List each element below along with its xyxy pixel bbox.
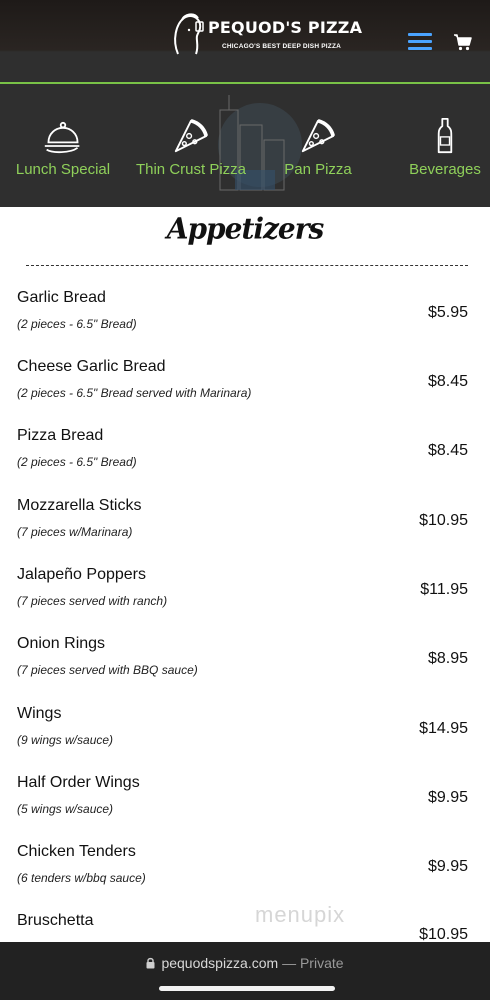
url-separator: — <box>282 955 297 971</box>
url-text: pequodspizza.com <box>161 955 279 971</box>
item-price: $8.45 <box>427 442 468 459</box>
home-indicator[interactable] <box>159 986 335 991</box>
menu-item[interactable]: Jalapeño Poppers (7 pieces served with r… <box>0 566 490 626</box>
browser-address-bar: pequodspizza.com — Private <box>0 942 490 1000</box>
private-mode-label: Private <box>299 955 344 971</box>
item-name: Mozzarella Sticks <box>17 497 142 514</box>
item-name: Cheese Garlic Bread <box>17 358 166 375</box>
menu-item[interactable]: Bruschetta $10.95 <box>0 912 490 942</box>
cloche-icon <box>44 121 80 154</box>
menu-item[interactable]: Chicken Tenders (6 tenders w/bbq sauce) … <box>0 843 490 903</box>
item-price: $11.95 <box>420 581 468 598</box>
brand-tagline: CHICAGO'S BEST DEEP DISH PIZZA <box>222 43 342 50</box>
url-display[interactable]: pequodspizza.com — Private <box>0 955 490 971</box>
item-description: (2 pieces - 6.5" Bread served with Marin… <box>17 386 252 400</box>
item-name: Jalapeño Poppers <box>17 566 146 583</box>
item-price: $8.95 <box>427 650 468 667</box>
hamburger-menu-icon[interactable] <box>408 33 432 51</box>
category-lunch-special[interactable]: Lunch Special <box>8 85 118 207</box>
pizza-slice-icon <box>301 118 336 153</box>
category-nav: Lunch Special Thin Crust Pizza Pan Pizza… <box>0 85 490 207</box>
category-label: Beverages <box>409 161 481 178</box>
menu-item[interactable]: Pizza Bread (2 pieces - 6.5" Bread) $8.4… <box>0 427 490 487</box>
item-description: (2 pieces - 6.5" Bread) <box>17 455 137 469</box>
item-price: $9.95 <box>427 789 468 806</box>
item-description: (7 pieces served with ranch) <box>17 594 168 608</box>
section-title: Appetizers <box>166 211 325 246</box>
item-name: Wings <box>17 705 62 722</box>
item-description: (2 pieces - 6.5" Bread) <box>17 317 137 331</box>
bottle-icon <box>437 117 453 154</box>
pizza-slice-icon <box>174 118 209 153</box>
menu-item[interactable]: Onion Rings (7 pieces served with BBQ sa… <box>0 635 490 695</box>
item-price: $14.95 <box>419 720 468 737</box>
menu-item[interactable]: Garlic Bread (2 pieces - 6.5" Bread) $5.… <box>0 289 490 349</box>
lock-icon <box>146 957 155 969</box>
menu-item[interactable]: Half Order Wings (5 wings w/sauce) $9.95 <box>0 774 490 834</box>
item-price: $8.45 <box>427 373 468 390</box>
category-beverages[interactable]: Beverages <box>400 85 490 207</box>
category-label: Pan Pizza <box>284 161 352 178</box>
shopping-cart-icon[interactable] <box>453 32 473 52</box>
item-price: $10.95 <box>419 926 468 942</box>
category-pan-pizza[interactable]: Pan Pizza <box>268 85 368 207</box>
menu-item[interactable]: Wings (9 wings w/sauce) $14.95 <box>0 705 490 765</box>
item-price: $9.95 <box>427 858 468 875</box>
item-description: (5 wings w/sauce) <box>17 802 114 816</box>
item-name: Chicken Tenders <box>17 843 136 860</box>
logo-face-icon <box>174 13 204 55</box>
brand-name: PEQUOD'S PIZZA <box>208 18 363 37</box>
item-price: $5.95 <box>427 304 468 321</box>
site-header: PEQUOD'S PIZZA CHICAGO'S BEST DEEP DISH … <box>0 0 490 85</box>
menupix-watermark: menupix <box>255 902 346 927</box>
header-divider <box>0 82 490 84</box>
category-label: Thin Crust Pizza <box>135 161 247 178</box>
item-name: Onion Rings <box>17 635 106 652</box>
category-label: Lunch Special <box>15 161 111 178</box>
menu-item[interactable]: Mozzarella Sticks (7 pieces w/Marinara) … <box>0 497 490 557</box>
item-description: (7 pieces w/Marinara) <box>17 525 133 539</box>
brand-logo[interactable]: PEQUOD'S PIZZA CHICAGO'S BEST DEEP DISH … <box>170 10 362 60</box>
item-description: (9 wings w/sauce) <box>17 733 114 747</box>
menu-item[interactable]: Cheese Garlic Bread (2 pieces - 6.5" Bre… <box>0 358 490 418</box>
section-divider <box>26 265 468 266</box>
item-name: Pizza Bread <box>17 427 104 444</box>
item-name: Half Order Wings <box>17 774 140 791</box>
item-description: (7 pieces served with BBQ sauce) <box>17 663 198 677</box>
item-price: $10.95 <box>419 512 468 529</box>
category-thin-crust-pizza[interactable]: Thin Crust Pizza <box>130 85 252 207</box>
item-description: (6 tenders w/bbq sauce) <box>17 871 146 885</box>
item-name: Bruschetta <box>17 912 94 929</box>
item-name: Garlic Bread <box>17 289 106 306</box>
